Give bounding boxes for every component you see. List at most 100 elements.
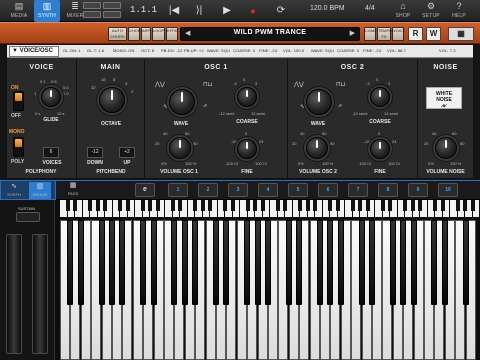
octave-button-6[interactable]: 6 — [318, 183, 338, 197]
noise-volume-knob[interactable] — [435, 137, 457, 159]
octave-button-2[interactable]: 2 — [198, 183, 218, 197]
chord-button[interactable]: CHORD — [128, 27, 144, 41]
octave-button-4[interactable]: 4 — [258, 183, 278, 197]
arp-button[interactable]: ARP — [141, 27, 151, 41]
nav-setup-button[interactable]: ⚙ SETUP — [418, 0, 444, 22]
black-key[interactable] — [119, 220, 126, 305]
black-key[interactable] — [327, 220, 334, 305]
app-mini-icon[interactable] — [103, 2, 121, 9]
preset-selector[interactable]: ◀ WILD PWM TRANCE ▶ — [180, 27, 360, 41]
tempo-display[interactable]: 120.0 BPM — [310, 5, 345, 12]
black-key[interactable] — [285, 220, 292, 305]
octave-button-5[interactable]: 5 — [288, 183, 308, 197]
setup-icon: ⚙ — [426, 1, 436, 11]
black-key[interactable] — [67, 220, 74, 305]
black-key[interactable] — [369, 220, 375, 305]
voices-stepper[interactable]: 6 — [43, 147, 59, 158]
osc2-fine-knob[interactable] — [370, 139, 390, 159]
black-key[interactable] — [337, 220, 344, 305]
mini-keyboard-overview[interactable] — [60, 200, 480, 220]
next-preset-icon[interactable]: ▶ — [350, 28, 355, 40]
black-key[interactable] — [400, 220, 407, 305]
black-key[interactable] — [358, 220, 365, 305]
osc1-fine-knob[interactable] — [237, 139, 257, 159]
sustain-button[interactable] — [16, 212, 40, 222]
nav-media-button[interactable]: ▤ MEDIA — [6, 0, 32, 22]
osc2-wave-knob[interactable] — [306, 89, 332, 115]
overview-black-key — [103, 200, 107, 211]
octave-knob[interactable] — [99, 87, 125, 113]
loop-button[interactable]: ⟳ — [272, 3, 290, 19]
octave-button-10[interactable]: 10 — [438, 183, 458, 197]
osc2-coarse-knob[interactable] — [370, 87, 390, 107]
black-key[interactable] — [296, 220, 303, 305]
octave-button-9[interactable]: 9 — [408, 183, 428, 197]
preset-name: WILD PWM TRANCE — [233, 29, 307, 36]
black-key[interactable] — [244, 220, 251, 305]
black-key[interactable] — [181, 220, 188, 305]
keyboard-view-button[interactable]: ▦ — [448, 27, 474, 41]
nav-synth-button[interactable]: ▥ SYNTH — [34, 0, 60, 22]
loop-mode-button[interactable]: LOOP — [152, 27, 165, 41]
pitch-wheel[interactable] — [6, 234, 22, 354]
black-key[interactable] — [223, 220, 230, 305]
osc1-volume-knob[interactable] — [169, 137, 191, 159]
black-key[interactable] — [213, 220, 219, 305]
param-readout: PB.UP: +2 — [184, 48, 204, 53]
black-key[interactable] — [171, 220, 178, 305]
pitchbend-down-stepper[interactable]: -12 — [87, 147, 103, 158]
glide-toggle[interactable] — [13, 91, 24, 111]
octave-button-7[interactable]: 7 — [348, 183, 368, 197]
black-key[interactable] — [431, 220, 438, 305]
effects-button[interactable]: EFFECTS — [166, 27, 185, 41]
octave-button-8[interactable]: 8 — [378, 183, 398, 197]
black-key[interactable] — [441, 220, 448, 305]
read-button[interactable]: R — [408, 27, 423, 41]
black-key[interactable] — [462, 220, 469, 305]
page-select-dropdown[interactable]: ▼ VOICE/OSC — [9, 46, 59, 57]
mod-wheel[interactable] — [32, 234, 48, 354]
black-key[interactable] — [410, 220, 417, 305]
glide-knob[interactable] — [41, 87, 61, 107]
synth-keys-button[interactable]: ∿ SYNTH — [3, 182, 25, 199]
black-key[interactable] — [254, 220, 261, 305]
overview-black-key — [403, 200, 407, 211]
black-key[interactable] — [317, 220, 323, 305]
black-key[interactable] — [192, 220, 199, 305]
app-mini-icon[interactable] — [103, 11, 121, 18]
nav-shop-button[interactable]: ⌂ SHOP — [390, 0, 416, 22]
forward-button[interactable]: ⟩| — [190, 3, 208, 19]
white-noise-button[interactable]: WHITE NOISE ⩘⩗ — [426, 87, 462, 109]
black-key[interactable] — [140, 220, 147, 305]
black-key[interactable] — [389, 220, 396, 305]
app-mini-icon[interactable] — [83, 11, 101, 18]
comp-button[interactable]: COMP — [364, 27, 377, 41]
app-mini-icon[interactable] — [83, 2, 101, 9]
voice-button[interactable]: VOICE — [392, 27, 405, 41]
param-readout: COARSE: 0 — [233, 48, 256, 53]
osc1-wave-knob[interactable] — [169, 89, 195, 115]
octave-button-3[interactable]: 3 — [228, 183, 248, 197]
time-signature[interactable]: 4/4 — [365, 5, 375, 12]
play-button[interactable]: ▶ — [218, 3, 236, 19]
write-button[interactable]: W — [426, 27, 441, 41]
octave-button-1[interactable]: 1 — [168, 183, 188, 197]
pitchbend-up-stepper[interactable]: +2 — [119, 147, 135, 158]
pads-button[interactable]: ▦ PADS — [62, 181, 84, 198]
drums-keys-button[interactable]: ▥ DRUMS — [29, 182, 51, 199]
black-key[interactable] — [265, 220, 271, 305]
tempo-fx-button[interactable]: TEMPO FX — [377, 27, 392, 41]
black-key[interactable] — [109, 220, 115, 305]
osc1-coarse-knob[interactable] — [237, 87, 257, 107]
nav-help-button[interactable]: ? HELP — [446, 0, 472, 22]
record-button[interactable]: ● — [244, 3, 262, 19]
octave-button-e[interactable]: e — [135, 183, 155, 197]
osc2-volume-knob[interactable] — [306, 137, 328, 159]
black-key[interactable] — [77, 220, 84, 305]
play-icon: ▶ — [223, 5, 231, 16]
black-key[interactable] — [150, 220, 157, 305]
mono-poly-toggle[interactable] — [13, 137, 24, 157]
auto-chord-button[interactable]: AUTO CHORD — [108, 27, 127, 41]
rewind-button[interactable]: |◀ — [165, 3, 183, 19]
black-key[interactable] — [98, 220, 105, 305]
